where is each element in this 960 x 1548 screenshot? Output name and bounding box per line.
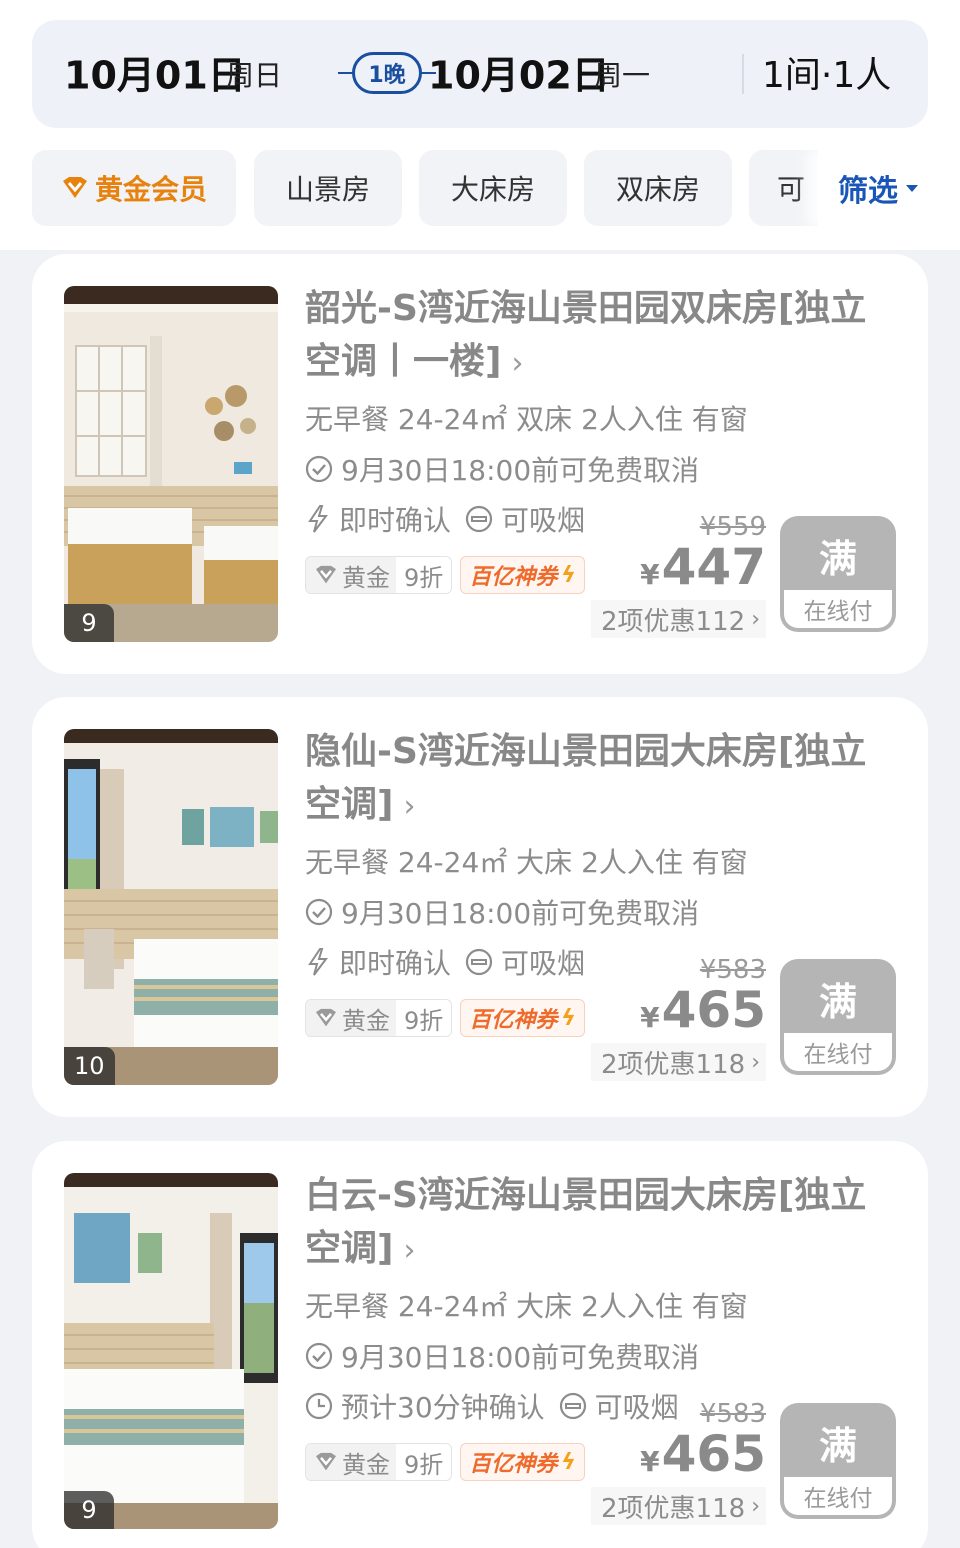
price: ¥465	[640, 1425, 766, 1483]
checkin-weekday: 周日	[226, 59, 283, 92]
checkout-date[interactable]: 10月02日	[428, 45, 610, 100]
pay-type: 在线付	[784, 1033, 892, 1071]
header: 10月01日 周日 1晚 10月02日 周一 1间·1人 黄金会员 山景房 大床…	[0, 0, 960, 250]
check-circle-icon	[305, 455, 333, 483]
price: ¥447	[640, 538, 766, 596]
caret-down-icon	[906, 184, 918, 192]
king-room-image	[64, 729, 278, 1085]
room-card[interactable]: 9 白云-S湾近海山景田园大床房[独立空调] › 无早餐 24-24㎡ 大床 2人…	[32, 1141, 928, 1548]
date-selector[interactable]: 10月01日 周日 1晚 10月02日 周一 1间·1人	[32, 20, 928, 128]
divider	[742, 54, 744, 94]
checkin-date[interactable]: 10月01日	[64, 45, 246, 100]
smoking-icon	[465, 505, 493, 533]
promo-badges: 黄金 9折 百亿神券 ϟ	[305, 556, 585, 594]
twin-room-image	[64, 286, 278, 642]
room-title[interactable]: 隐仙-S湾近海山景田园大床房[独立空调] ›	[305, 725, 895, 833]
clock-icon	[305, 1392, 333, 1420]
room-photo[interactable]: 9	[64, 286, 278, 642]
member-discount-badge: 黄金 9折	[305, 1443, 453, 1481]
bolt-icon: ϟ	[561, 562, 576, 588]
photo-count: 10	[64, 1047, 115, 1085]
chip-king-bed[interactable]: 大床房	[419, 150, 567, 226]
room-photo[interactable]: 9	[64, 1173, 278, 1529]
cancel-policy: 9月30日18:00前可免费取消	[305, 892, 699, 932]
room-title[interactable]: 韶光-S湾近海山景田园双床房[独立空调丨一楼] ›	[305, 282, 895, 390]
checkout-weekday: 周一	[594, 59, 651, 92]
filter-button[interactable]: 筛选	[818, 148, 960, 228]
confirm-info: 即时确认 可吸烟	[305, 942, 585, 982]
room-card[interactable]: 10 隐仙-S湾近海山景田园大床房[独立空调] › 无早餐 24-24㎡ 大床 2…	[32, 697, 928, 1117]
sold-out-label: 满	[818, 979, 857, 1024]
chevron-right-icon: ›	[751, 606, 760, 632]
sold-out-button[interactable]: 满 在线付	[780, 1403, 896, 1519]
chip-label: 双床房	[615, 173, 700, 206]
photo-count: 9	[64, 604, 114, 642]
discount-detail[interactable]: 2项优惠118 ›	[591, 1043, 766, 1081]
pay-type: 在线付	[784, 590, 892, 628]
room-card[interactable]: 9 韶光-S湾近海山景田园双床房[独立空调丨一楼] › 无早餐 24-24㎡ 双床…	[32, 254, 928, 674]
discount-detail[interactable]: 2项优惠118 ›	[591, 1487, 766, 1525]
coupon-badge: 百亿神券 ϟ	[460, 1443, 585, 1481]
chip-gold-member[interactable]: 黄金会员	[32, 150, 236, 226]
chip-twin-bed[interactable]: 双床房	[584, 150, 732, 226]
chip-label: 山景房	[285, 173, 370, 206]
king-room-image	[64, 1173, 278, 1529]
room-photo[interactable]: 10	[64, 729, 278, 1085]
gold-heart-icon	[316, 1452, 336, 1471]
coupon-badge: 百亿神券 ϟ	[460, 999, 585, 1037]
gold-heart-icon	[316, 565, 336, 584]
sold-out-button[interactable]: 满 在线付	[780, 516, 896, 632]
photo-count: 9	[64, 1491, 114, 1529]
price: ¥465	[640, 981, 766, 1039]
bolt-icon: ϟ	[561, 1449, 576, 1475]
lightning-icon	[308, 948, 328, 976]
cancel-policy: 9月30日18:00前可免费取消	[305, 449, 699, 489]
room-title[interactable]: 白云-S湾近海山景田园大床房[独立空调] ›	[305, 1169, 895, 1277]
gold-heart-icon	[316, 1008, 336, 1027]
chip-label: 可	[777, 173, 806, 206]
gold-heart-icon	[62, 177, 87, 198]
smoking-icon	[559, 1392, 586, 1420]
nights-badge: 1晚	[352, 52, 422, 94]
check-circle-icon	[305, 1342, 333, 1370]
lightning-icon	[308, 505, 328, 533]
bolt-icon: ϟ	[561, 1005, 576, 1031]
room-specs: 无早餐 24-24㎡ 双床 2人入住 有窗	[305, 403, 748, 436]
chevron-right-icon: ›	[511, 346, 524, 381]
sold-out-label: 满	[818, 536, 857, 581]
chip-mountain-view[interactable]: 山景房	[254, 150, 402, 226]
promo-badges: 黄金 9折 百亿神券 ϟ	[305, 999, 585, 1037]
cancel-policy: 9月30日18:00前可免费取消	[305, 1336, 699, 1376]
filter-label: 筛选	[838, 174, 898, 209]
chevron-right-icon: ›	[751, 1049, 760, 1075]
confirm-info: 预计30分钟确认 可吸烟	[305, 1386, 679, 1426]
member-discount-badge: 黄金 9折	[305, 999, 453, 1037]
room-specs: 无早餐 24-24㎡ 大床 2人入住 有窗	[305, 1290, 748, 1323]
chip-label: 大床房	[450, 173, 535, 206]
sold-out-label: 满	[818, 1423, 857, 1468]
rooms-guests[interactable]: 1间·1人	[762, 46, 891, 98]
chevron-right-icon: ›	[751, 1493, 760, 1519]
chevron-right-icon: ›	[403, 1233, 416, 1268]
room-specs: 无早餐 24-24㎡ 大床 2人入住 有窗	[305, 846, 748, 879]
promo-badges: 黄金 9折 百亿神券 ϟ	[305, 1443, 585, 1481]
sold-out-button[interactable]: 满 在线付	[780, 959, 896, 1075]
pay-type: 在线付	[784, 1477, 892, 1515]
member-discount-badge: 黄金 9折	[305, 556, 453, 594]
smoking-icon	[465, 948, 493, 976]
coupon-badge: 百亿神券 ϟ	[460, 556, 585, 594]
check-circle-icon	[305, 898, 333, 926]
confirm-info: 即时确认 可吸烟	[305, 499, 585, 539]
chevron-right-icon: ›	[403, 789, 416, 824]
discount-detail[interactable]: 2项优惠112 ›	[591, 600, 766, 638]
chip-label: 黄金会员	[94, 173, 207, 206]
nights-indicator: 1晚	[338, 52, 436, 94]
